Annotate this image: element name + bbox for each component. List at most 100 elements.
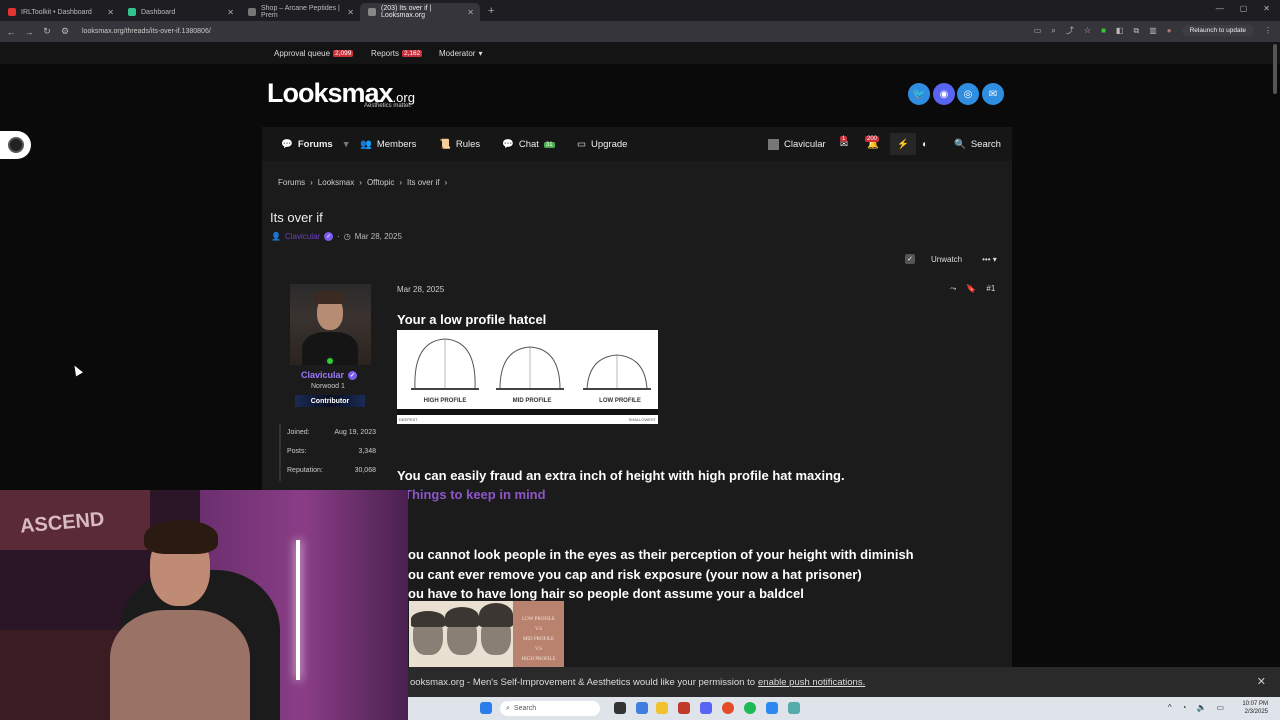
breadcrumb-item[interactable]: Its over if	[407, 178, 439, 187]
volume-icon[interactable]: 🔈	[1196, 703, 1206, 712]
hat-label: LOW PROFILE	[599, 398, 641, 404]
post-username[interactable]: Clavicular ✓	[301, 370, 358, 380]
nav-user-menu[interactable]: Clavicular	[768, 139, 826, 150]
bookmark-star-icon[interactable]: ☆	[1084, 26, 1091, 35]
twitter-icon[interactable]: 🐦	[908, 83, 930, 105]
tab-close-icon[interactable]: ✕	[467, 8, 474, 17]
hat-profile-image[interactable]: HIGH PROFILE MID PROFILE LOW PROFILE DEE…	[397, 330, 658, 424]
stat-label: Joined:	[287, 429, 310, 436]
comparison-label-line: HIGH PROFILE	[521, 657, 556, 662]
hat-comparison-image[interactable]: LOW PROFILE V.S MID PROFILE V.S HIGH PRO…	[409, 601, 564, 667]
nav-search[interactable]: 🔍 Search	[954, 139, 1001, 150]
nav-upgrade[interactable]: ▭ Upgrade	[577, 139, 627, 150]
window-controls: — ▢ ✕	[1216, 4, 1270, 13]
tab-label: Shop – Arcane Peptides | Prem	[261, 5, 340, 19]
battery-icon[interactable]: ▭	[1216, 703, 1224, 712]
comparison-label-line: MID PROFILE	[522, 637, 555, 642]
new-tab-icon[interactable]: +	[488, 5, 494, 17]
back-icon[interactable]: ←	[4, 27, 18, 37]
post-username-text: Clavicular	[301, 370, 345, 380]
close-window-icon[interactable]: ✕	[1263, 4, 1270, 13]
enable-notifications-link[interactable]: enable push notifications.	[758, 677, 865, 688]
browser-tab[interactable]: IRLToolkit • Dashboard ✕	[0, 3, 120, 21]
nav-rules-label: Rules	[455, 139, 481, 150]
url-field[interactable]: looksmax.org/threads/its-over-if.1380806…	[82, 28, 211, 35]
caret-down-icon: ▾	[478, 49, 483, 58]
file-explorer-icon[interactable]	[656, 702, 668, 714]
page-scrollbar[interactable]	[1273, 44, 1277, 94]
nav-chat[interactable]: 💬 Chat 31	[502, 139, 555, 150]
puzzle-icon[interactable]: ⧉	[1133, 26, 1139, 36]
minimize-icon[interactable]: —	[1216, 4, 1224, 13]
magnifier-widget[interactable]	[0, 131, 31, 159]
bookmark-icon[interactable]: 🔖	[966, 284, 976, 294]
tab-close-icon[interactable]: ✕	[107, 8, 114, 17]
discord-app-icon[interactable]	[700, 702, 712, 714]
reports-link[interactable]: Reports 2,162	[371, 49, 423, 58]
breadcrumb-item[interactable]: Offtopic	[367, 178, 394, 187]
stat-value: 30,068	[354, 467, 376, 474]
browser-tab-active[interactable]: (203) Its over if | Looksmax.org ✕	[360, 3, 480, 21]
tray-chevron-icon[interactable]: ^	[1168, 703, 1172, 712]
approval-queue-link[interactable]: Approval queue 2,099	[274, 49, 354, 58]
app-icon[interactable]	[788, 702, 800, 714]
close-icon[interactable]: ✕	[1257, 675, 1266, 688]
browser-tab[interactable]: Shop – Arcane Peptides | Prem ✕	[240, 3, 360, 21]
nav-whats-new[interactable]: ⚡	[890, 133, 916, 155]
moderator-menu[interactable]: Moderator ▾	[439, 49, 482, 58]
more-options-icon[interactable]: ••• ▾	[982, 255, 997, 264]
windows-start-icon[interactable]	[480, 702, 492, 714]
tab-close-icon[interactable]: ✕	[347, 8, 354, 17]
menu-icon[interactable]: ⋮	[1264, 26, 1272, 35]
app-icon[interactable]	[678, 702, 690, 714]
post-date[interactable]: Mar 28, 2025	[397, 285, 444, 294]
cast-icon[interactable]: ▭	[1034, 26, 1042, 35]
taskbar-clock[interactable]: 10:07 PM 2/3/2025	[1242, 700, 1268, 716]
forward-icon[interactable]: →	[22, 27, 36, 37]
spotify-icon[interactable]	[744, 702, 756, 714]
nav-forums[interactable]: 💬 Forums ▾	[281, 139, 348, 150]
tab-close-icon[interactable]: ✕	[227, 8, 234, 17]
post-number[interactable]: #1	[986, 284, 995, 294]
chrome-icon[interactable]	[722, 702, 734, 714]
cap-figure	[479, 603, 513, 627]
nav-rules[interactable]: 📜 Rules	[439, 139, 480, 150]
sidebar-icon[interactable]: ▥	[1149, 26, 1157, 35]
breadcrumb-item[interactable]: Looksmax	[318, 178, 354, 187]
browser-tab[interactable]: Dashboard ✕	[120, 3, 240, 21]
chevron-down-icon[interactable]: ▾	[344, 139, 349, 150]
unwatch-button[interactable]: Unwatch	[931, 255, 962, 264]
task-view-icon[interactable]	[614, 702, 626, 714]
post-bullet-list: ou cannot look people in the eyes as the…	[408, 545, 914, 604]
webcam-banner-text: ASCEND	[19, 508, 106, 538]
profile-avatar[interactable]: ●	[1167, 26, 1172, 35]
extension-icon[interactable]: ■	[1101, 26, 1106, 35]
share-icon[interactable]: ⤴	[1066, 25, 1074, 36]
upgrade-icon: ▭	[577, 139, 586, 150]
theme-toggle[interactable]: ◐	[922, 139, 928, 150]
watch-check-icon[interactable]: ✓	[905, 254, 915, 264]
app-icon[interactable]	[636, 702, 648, 714]
alerts-count-badge: 200	[865, 136, 880, 142]
taskbar-search[interactable]: ⌕ Search	[500, 701, 600, 716]
relaunch-button[interactable]: Relaunch to update	[1181, 25, 1254, 36]
share-icon[interactable]: ⤳	[950, 284, 956, 294]
reload-icon[interactable]: ↻	[40, 26, 54, 37]
hat-footer-left: DEEPEST	[399, 417, 418, 422]
email-icon[interactable]: ✉	[982, 83, 1004, 105]
breadcrumb-item[interactable]: Forums	[278, 178, 305, 187]
avatar[interactable]	[290, 284, 371, 365]
nav-members[interactable]: 👥 Members	[360, 139, 416, 150]
discord-icon[interactable]: ◉	[933, 83, 955, 105]
maximize-icon[interactable]: ▢	[1240, 4, 1248, 13]
app-icon[interactable]	[766, 702, 778, 714]
system-tray: ^ ◔ 🔈 ▭	[1168, 703, 1224, 712]
thread-author[interactable]: Clavicular	[285, 232, 320, 241]
extension-icon[interactable]: ◧	[1116, 26, 1124, 35]
site-info-icon[interactable]: ⚙	[58, 26, 72, 37]
chat-count-badge: 31	[543, 141, 555, 148]
site-tagline: Aesthetics matter.	[364, 103, 412, 109]
instagram-icon[interactable]: ◎	[957, 83, 979, 105]
zoom-icon[interactable]: ⌕	[1051, 26, 1055, 36]
network-icon[interactable]: ◔	[1182, 703, 1187, 712]
